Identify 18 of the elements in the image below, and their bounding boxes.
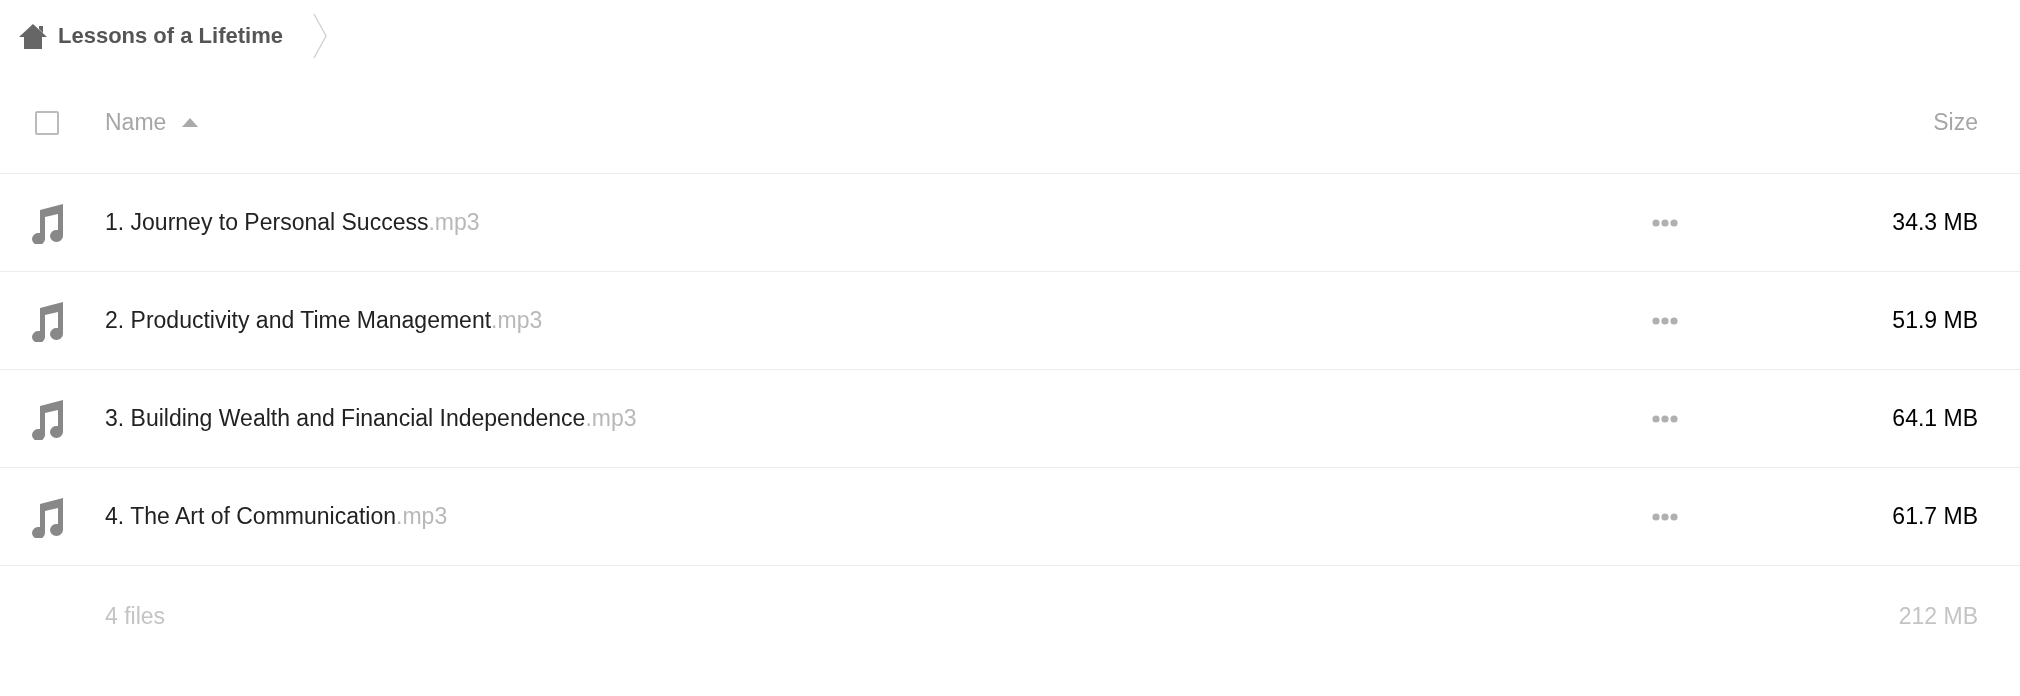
- more-icon: [1652, 218, 1678, 227]
- select-all-checkbox[interactable]: [34, 110, 59, 135]
- file-name[interactable]: 1. Journey to Personal Success.mp3: [105, 209, 480, 236]
- file-count: 4 files: [105, 602, 166, 630]
- file-name[interactable]: 4. The Art of Communication.mp3: [105, 503, 448, 530]
- chevron-divider-icon: [312, 13, 327, 59]
- file-name[interactable]: 3. Building Wealth and Financial Independence.mp3: [105, 405, 637, 432]
- home-icon: [18, 23, 48, 49]
- file-size: 61.7 MB: [1892, 503, 1978, 530]
- more-icon: [1652, 316, 1678, 325]
- file-size: 64.1 MB: [1892, 405, 1978, 432]
- file-size: 34.3 MB: [1892, 209, 1978, 236]
- file-size: 51.9 MB: [1892, 307, 1978, 334]
- more-icon: [1652, 512, 1678, 521]
- total-size: 212 MB: [1898, 602, 1978, 630]
- file-name[interactable]: 2. Productivity and Time Management.mp3: [105, 307, 543, 334]
- breadcrumb-link[interactable]: Lessons of a Lifetime: [18, 23, 283, 49]
- more-icon: [1652, 414, 1678, 423]
